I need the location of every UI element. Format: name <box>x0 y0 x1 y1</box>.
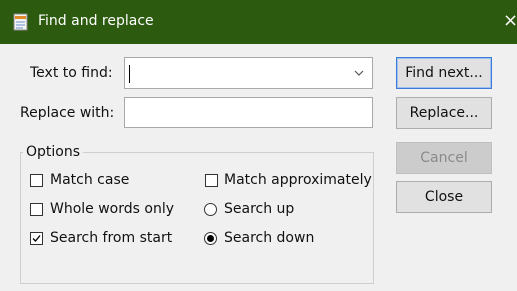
close-window-icon[interactable]: × <box>503 8 517 34</box>
whole-words-only-checkbox[interactable] <box>30 203 43 216</box>
checkmark-icon <box>32 235 41 242</box>
radio-selected-dot <box>207 235 214 242</box>
match-case-checkbox[interactable] <box>30 174 43 187</box>
match-approximately-checkbox[interactable] <box>205 174 218 187</box>
search-up-label[interactable]: Search up <box>224 200 294 218</box>
text-to-find-combobox[interactable] <box>124 57 373 89</box>
replace-with-label: Replace with: <box>20 105 115 121</box>
search-from-start-checkbox[interactable] <box>30 232 43 245</box>
window-title: Find and replace <box>38 13 154 29</box>
whole-words-only-label[interactable]: Whole words only <box>50 200 174 218</box>
title-bar[interactable]: Find and replace × <box>0 0 517 44</box>
search-down-radio[interactable] <box>204 232 217 245</box>
find-next-button[interactable]: Find next... <box>396 57 492 89</box>
search-from-start-label[interactable]: Search from start <box>50 229 172 247</box>
close-button[interactable]: Close <box>396 181 492 213</box>
options-legend: Options <box>23 143 84 161</box>
chevron-down-icon[interactable] <box>352 66 366 80</box>
notepad-app-icon <box>13 13 28 31</box>
text-caret <box>129 65 130 83</box>
replace-with-field[interactable] <box>124 97 373 128</box>
cancel-button[interactable]: Cancel <box>396 142 492 174</box>
search-up-radio[interactable] <box>204 203 217 216</box>
search-down-label[interactable]: Search down <box>224 229 314 247</box>
replace-button[interactable]: Replace... <box>396 97 492 129</box>
match-approximately-label[interactable]: Match approximately <box>224 171 372 189</box>
find-replace-dialog: Find and replace × Text to find: Replace… <box>0 0 517 291</box>
match-case-label[interactable]: Match case <box>50 171 129 189</box>
text-to-find-label: Text to find: <box>30 65 113 81</box>
